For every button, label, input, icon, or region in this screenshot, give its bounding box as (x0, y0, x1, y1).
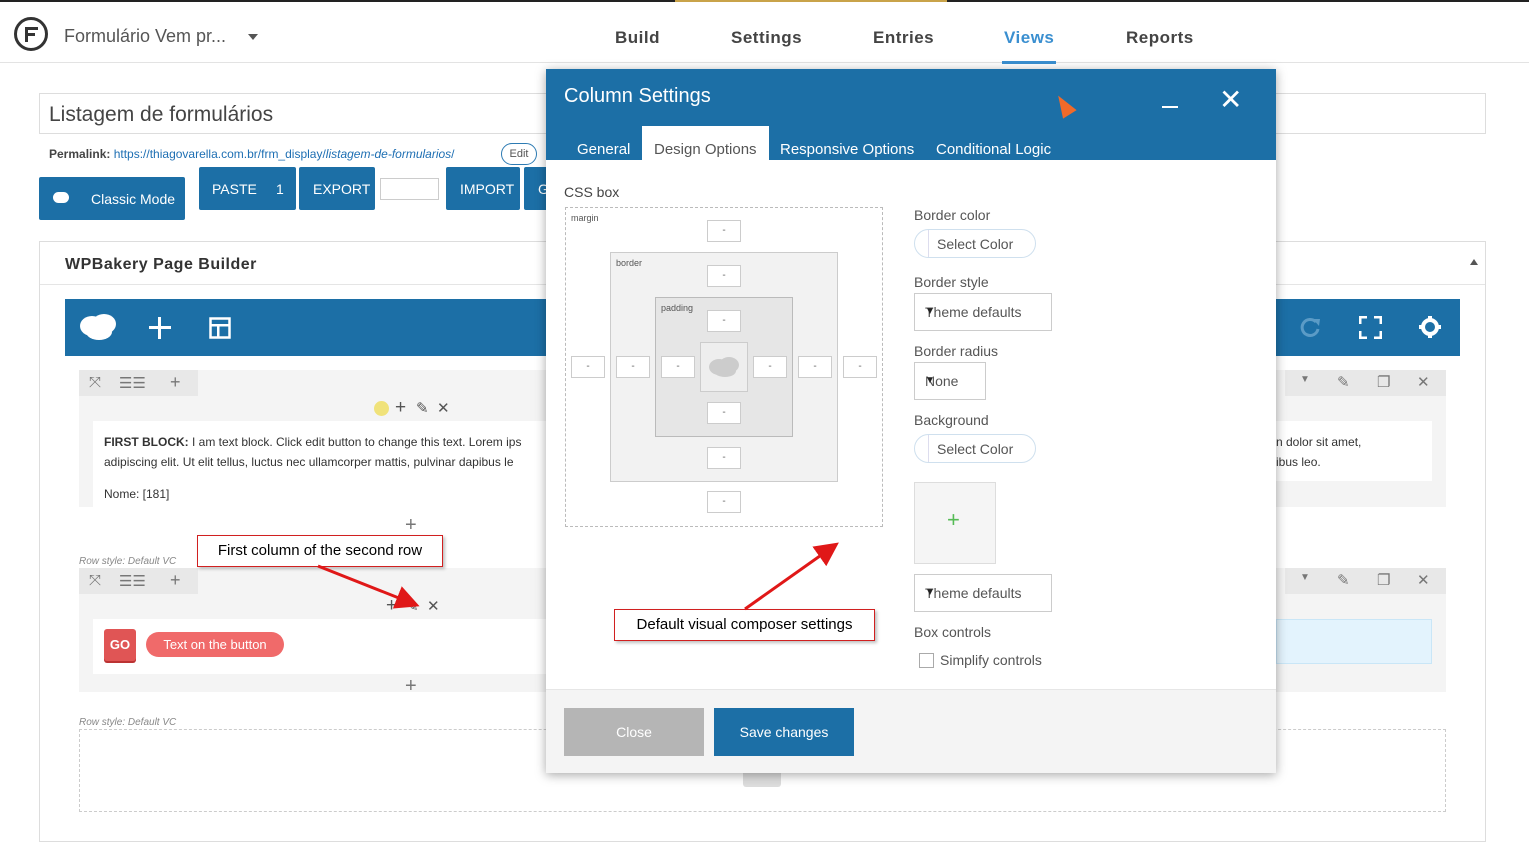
annotation-arrows (317, 542, 839, 611)
arrow-default-settings (744, 542, 839, 611)
arrow-first-column (317, 564, 420, 609)
